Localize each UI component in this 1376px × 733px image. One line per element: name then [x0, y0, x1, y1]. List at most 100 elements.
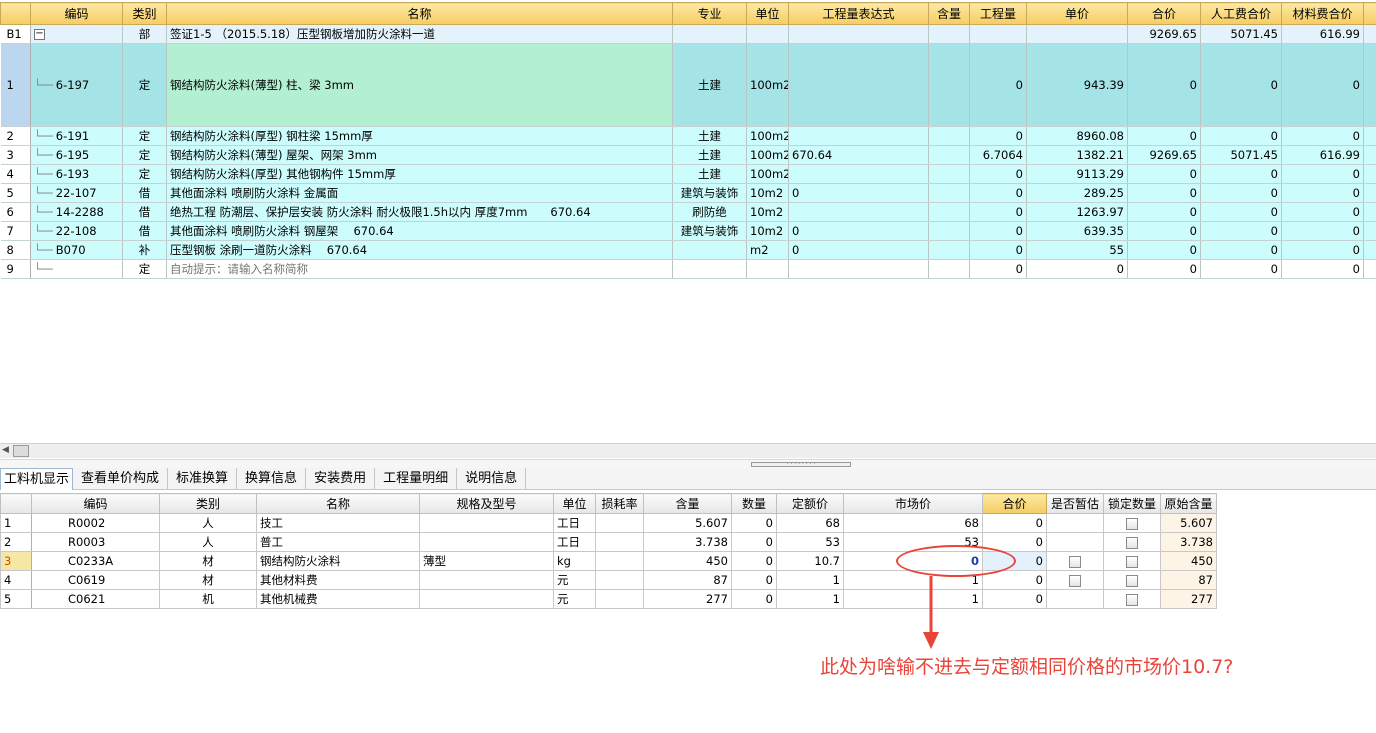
code-cell[interactable]: R0002	[31, 513, 160, 533]
lock-quantity-checkbox[interactable]	[1126, 574, 1138, 587]
unit-price-cell[interactable]: 55	[1026, 240, 1128, 260]
quota-price-cell[interactable]: 1	[776, 570, 844, 590]
collapse-cell[interactable]: −	[30, 24, 123, 44]
type-cell[interactable]: 机	[159, 589, 257, 609]
budget-item-row[interactable]: 4 └── 6-193 定 钢结构防火涂料(厚型) 其他钢构件 15mm厚 土建 …	[0, 164, 1376, 184]
original-content-cell[interactable]: 87	[1160, 570, 1217, 590]
quantity-cell[interactable]: 0	[969, 43, 1027, 127]
name-cell[interactable]: 钢结构防火涂料(薄型) 屋架、网架 3mm	[166, 145, 673, 165]
unit-price-cell[interactable]: 639.35	[1026, 221, 1128, 241]
quantity-cell[interactable]: 0	[969, 259, 1027, 279]
is-estimated-cell[interactable]	[1046, 570, 1104, 590]
original-content-cell[interactable]: 5.607	[1160, 513, 1217, 533]
quantity-cell[interactable]: 0	[969, 126, 1027, 146]
labor-total-cell[interactable]: 0	[1200, 183, 1282, 203]
more-cell[interactable]	[1363, 183, 1376, 203]
more-cell[interactable]	[1363, 259, 1376, 279]
original-content-cell[interactable]: 450	[1160, 551, 1217, 571]
material-total-cell[interactable]: 0	[1281, 43, 1364, 127]
market-price-cell[interactable]: 68	[843, 513, 983, 533]
quantity-cell[interactable]: 0	[731, 570, 777, 590]
major-cell[interactable]: 土建	[672, 164, 747, 184]
expression-cell[interactable]	[788, 259, 929, 279]
spec-cell[interactable]	[419, 513, 554, 533]
budget-item-row[interactable]: 2 └── 6-191 定 钢结构防火涂料(厚型) 钢柱梁 15mm厚 土建 10…	[0, 126, 1376, 146]
major-cell[interactable]	[672, 259, 747, 279]
loss-rate-cell[interactable]	[595, 532, 644, 552]
total-cell[interactable]: 0	[1127, 221, 1201, 241]
col-header-lock-quantity[interactable]: 锁定数量	[1103, 493, 1161, 514]
original-content-cell[interactable]: 277	[1160, 589, 1217, 609]
type-cell[interactable]: 借	[122, 221, 167, 241]
expression-cell[interactable]	[788, 164, 929, 184]
quantity-cell[interactable]: 6.7064	[969, 145, 1027, 165]
labor-total-cell[interactable]: 0	[1200, 202, 1282, 222]
tab-installation-fees[interactable]: 安装费用	[306, 468, 376, 490]
content-cell[interactable]	[928, 183, 970, 203]
unit-cell[interactable]: 工日	[553, 513, 596, 533]
lock-quantity-checkbox[interactable]	[1126, 593, 1138, 606]
expression-cell[interactable]	[788, 126, 929, 146]
resource-row[interactable]: 1 R0002 人 技工 工日 5.607 0 68 68 0 5.607	[0, 513, 1217, 533]
collapse-icon[interactable]: −	[34, 29, 45, 40]
labor-total-cell[interactable]: 0	[1200, 221, 1282, 241]
col-header-content[interactable]: 含量	[643, 493, 732, 514]
loss-rate-cell[interactable]	[595, 551, 644, 571]
content-cell[interactable]	[928, 164, 970, 184]
unit-cell[interactable]: 10m2	[746, 183, 789, 203]
name-cell[interactable]: 普工	[256, 532, 420, 552]
total-cell[interactable]: 0	[1127, 240, 1201, 260]
more-cell[interactable]	[1363, 221, 1376, 241]
total-cell[interactable]: 0	[982, 589, 1047, 609]
quantity-cell[interactable]: 0	[731, 532, 777, 552]
tab-conversion-info[interactable]: 换算信息	[237, 468, 307, 490]
col-header-is-estimated[interactable]: 是否暂估	[1046, 493, 1104, 514]
tab-labor-material-machine[interactable]: 工料机显示	[0, 468, 74, 490]
labor-total-cell[interactable]: 0	[1200, 126, 1282, 146]
code-cell[interactable]: R0003	[31, 532, 160, 552]
market-price-cell[interactable]: 1	[843, 589, 983, 609]
expression-cell[interactable]: 670.64	[788, 145, 929, 165]
name-cell[interactable]: 其他机械费	[256, 589, 420, 609]
budget-item-row[interactable]: 8 └── B070 补 压型钢板 涂刷一道防火涂料 670.64 m2 0 0 …	[0, 240, 1376, 260]
name-cell[interactable]: 钢结构防火涂料	[256, 551, 420, 571]
code-cell[interactable]: └── 6-197	[30, 43, 123, 127]
budget-item-row[interactable]: 7 └── 22-108 借 其他面涂料 喷刷防火涂料 钢屋架 670.64 建筑…	[0, 221, 1376, 241]
type-cell[interactable]: 定	[122, 43, 167, 127]
name-cell[interactable]: 其他面涂料 喷刷防火涂料 金属面	[166, 183, 673, 203]
more-cell[interactable]	[1363, 24, 1376, 44]
quantity-cell[interactable]: 0	[969, 221, 1027, 241]
major-cell[interactable]: 土建	[672, 43, 747, 127]
col-header-quantity[interactable]: 数量	[731, 493, 777, 514]
material-total-cell[interactable]: 0	[1281, 240, 1364, 260]
scroll-left-arrow-icon[interactable]: ◀	[2, 445, 9, 455]
more-cell[interactable]	[1363, 43, 1376, 127]
name-cell[interactable]: 自动提示：请输入名称简称	[166, 259, 673, 279]
col-header-labor-total[interactable]: 人工费合价	[1200, 2, 1282, 25]
labor-total-cell[interactable]: 0	[1200, 259, 1282, 279]
unit-price-cell[interactable]: 943.39	[1026, 43, 1128, 127]
original-content-cell[interactable]: 3.738	[1160, 532, 1217, 552]
content-cell[interactable]	[928, 221, 970, 241]
type-cell[interactable]: 材	[159, 570, 257, 590]
quota-price-cell[interactable]: 53	[776, 532, 844, 552]
spec-cell[interactable]	[419, 532, 554, 552]
content-cell[interactable]	[928, 126, 970, 146]
content-cell[interactable]	[928, 202, 970, 222]
type-cell[interactable]: 材	[159, 551, 257, 571]
spec-cell[interactable]: 薄型	[419, 551, 554, 571]
col-header-loss-rate[interactable]: 损耗率	[595, 493, 644, 514]
code-cell[interactable]: └── 22-107	[30, 183, 123, 203]
is-estimated-cell[interactable]	[1046, 513, 1104, 533]
unit-cell[interactable]	[746, 24, 789, 44]
material-total-cell[interactable]: 0	[1281, 221, 1364, 241]
total-cell[interactable]: 0	[1127, 126, 1201, 146]
labor-total-cell[interactable]: 0	[1200, 240, 1282, 260]
type-cell[interactable]: 借	[122, 202, 167, 222]
col-header-unit-price[interactable]: 单价	[1026, 2, 1128, 25]
type-cell[interactable]: 定	[122, 145, 167, 165]
col-header-major[interactable]: 专业	[672, 2, 747, 25]
unit-cell[interactable]: 100m2	[746, 145, 789, 165]
total-cell[interactable]: 0	[1127, 164, 1201, 184]
quota-price-cell[interactable]: 68	[776, 513, 844, 533]
